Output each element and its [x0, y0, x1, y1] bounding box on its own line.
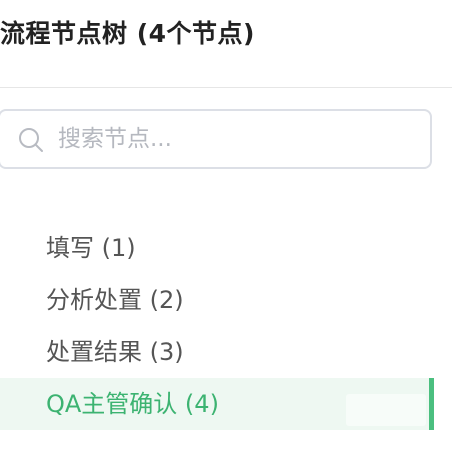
panel-bottom-area — [0, 433, 452, 474]
tree-node-label: QA主管确认 (4) — [46, 390, 219, 418]
search-input[interactable] — [58, 120, 418, 158]
tree-node-label: 填写 (1) — [46, 234, 136, 262]
tree-node-label: 分析处置 (2) — [46, 286, 184, 314]
process-node-tree-panel: 流程节点树 (4个节点) 填写 (1) 分析处置 (2) 处置结果 (3) QA… — [0, 0, 452, 474]
tree-node-result[interactable]: 处置结果 (3) — [0, 326, 452, 378]
tree-node-label: 处置结果 (3) — [46, 338, 184, 366]
watermark — [346, 394, 426, 426]
search-icon — [18, 127, 44, 153]
tree-node-analysis[interactable]: 分析处置 (2) — [0, 274, 452, 326]
search-box[interactable] — [0, 109, 432, 169]
active-indicator — [429, 378, 434, 430]
panel-title: 流程节点树 (4个节点) — [0, 19, 255, 48]
tree-node-fill[interactable]: 填写 (1) — [0, 222, 452, 274]
divider — [0, 87, 452, 88]
